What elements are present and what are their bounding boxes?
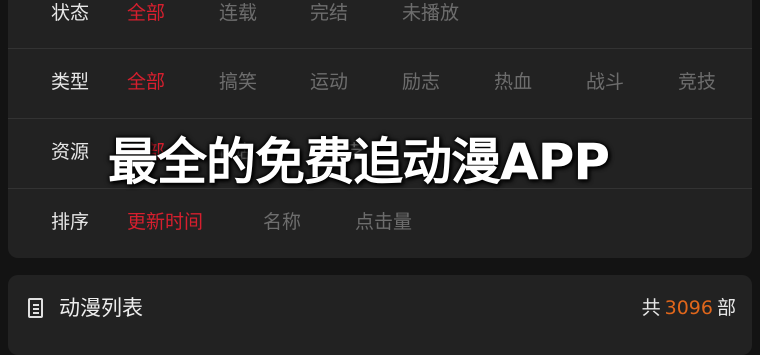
filter-option-genre-competition[interactable]: 竞技 [678, 73, 716, 92]
filter-option-genre-battle[interactable]: 战斗 [586, 73, 624, 92]
filter-option-status-serializing[interactable]: 连载 [219, 4, 257, 23]
filter-option-status-not-aired[interactable]: 未播放 [402, 4, 459, 23]
filter-option-status-completed[interactable]: 完结 [310, 4, 348, 23]
filter-option-genre-hot-blooded[interactable]: 热血 [494, 73, 532, 92]
anime-count: 共 3096 部 [642, 299, 736, 318]
filter-option-genre-comedy[interactable]: 搞笑 [219, 73, 257, 92]
filter-row-genre: 类型 全部 搞笑 运动 励志 热血 战斗 竞技 [8, 48, 752, 117]
filter-label-genre: 类型 [51, 71, 90, 93]
count-number: 3096 [664, 297, 713, 319]
filter-label-status: 状态 [51, 2, 90, 24]
list-document-icon [28, 298, 43, 318]
filter-row-sort: 排序 更新时间 名称 点击量 [8, 188, 752, 257]
filter-option-genre-sports[interactable]: 运动 [310, 73, 348, 92]
filter-row-status: 状态 全部 连载 完结 未播放 [8, 0, 752, 48]
anime-list-header: 动漫列表 共 3096 部 [8, 275, 752, 355]
filter-option-genre-all[interactable]: 全部 [127, 73, 165, 92]
anime-list-title: 动漫列表 [59, 296, 143, 320]
promo-overlay-title: 最全的免费追动漫APP [108, 133, 610, 191]
filter-option-status-all[interactable]: 全部 [127, 4, 165, 23]
filter-label-sort: 排序 [51, 211, 90, 233]
sort-option-clicks[interactable]: 点击量 [355, 213, 412, 232]
count-suffix: 部 [716, 297, 736, 319]
count-prefix: 共 [641, 297, 661, 319]
filter-panel: 状态 全部 连载 完结 未播放 类型 全部 搞笑 运动 励志 热血 战斗 竞技 … [8, 0, 752, 258]
sort-option-update-time[interactable]: 更新时间 [127, 213, 203, 232]
filter-label-source: 资源 [51, 141, 90, 163]
filter-option-genre-inspirational[interactable]: 励志 [402, 73, 440, 92]
sort-option-name[interactable]: 名称 [263, 213, 301, 232]
